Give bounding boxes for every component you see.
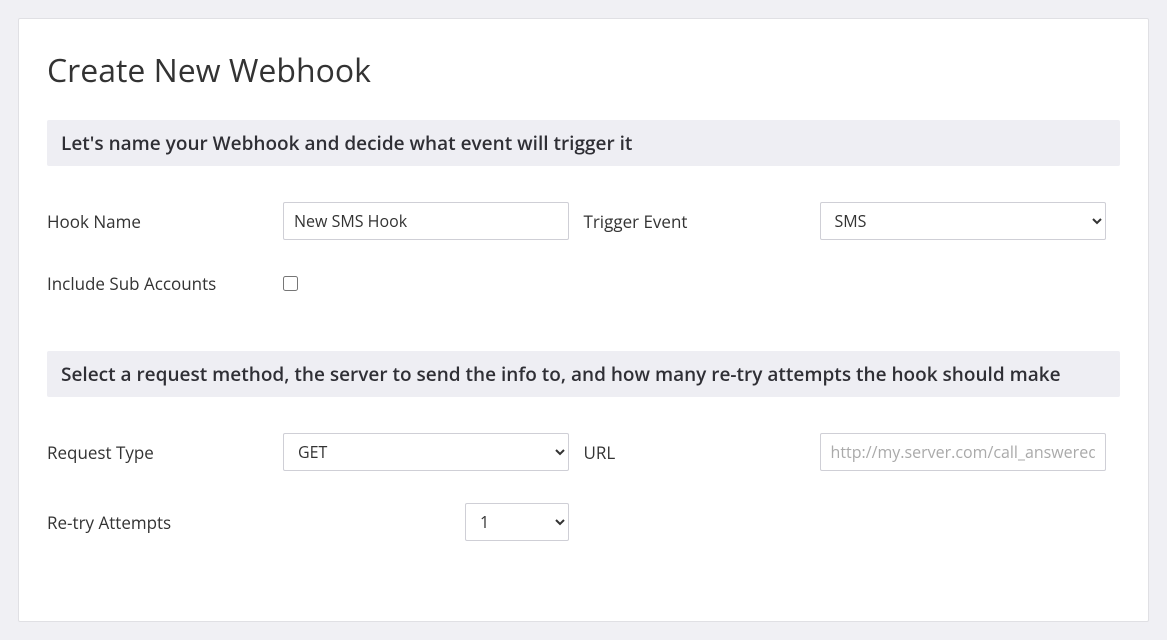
request-type-label: Request Type	[47, 441, 283, 464]
page-title: Create New Webhook	[47, 49, 1120, 92]
include-sub-checkbox[interactable]	[283, 276, 298, 291]
section-naming: Let's name your Webhook and decide what …	[47, 120, 1120, 295]
cell-retry: Re-try Attempts 1	[47, 503, 1120, 541]
trigger-event-label: Trigger Event	[584, 210, 820, 233]
row-name-trigger: Hook Name Trigger Event SMS	[47, 202, 1120, 240]
cell-url: URL	[584, 433, 1121, 471]
row-include-sub: Include Sub Accounts	[47, 272, 1120, 295]
cell-trigger-event: Trigger Event SMS	[584, 202, 1121, 240]
url-input[interactable]	[820, 433, 1106, 471]
hook-name-input[interactable]	[283, 202, 569, 240]
include-sub-label: Include Sub Accounts	[47, 272, 283, 295]
cell-hook-name: Hook Name	[47, 202, 584, 240]
panel-body: Create New Webhook Let's name your Webho…	[19, 19, 1148, 621]
cell-include-sub: Include Sub Accounts	[47, 272, 1120, 295]
retry-label: Re-try Attempts	[47, 511, 465, 534]
hook-name-label: Hook Name	[47, 210, 283, 233]
retry-select[interactable]: 1	[465, 503, 569, 541]
create-webhook-panel: Create New Webhook Let's name your Webho…	[18, 18, 1149, 622]
row-request-url: Request Type GET URL	[47, 433, 1120, 471]
trigger-event-select[interactable]: SMS	[820, 202, 1106, 240]
request-type-select[interactable]: GET	[283, 433, 569, 471]
cell-request-type: Request Type GET	[47, 433, 584, 471]
row-retry: Re-try Attempts 1	[47, 503, 1120, 541]
section-request: Select a request method, the server to s…	[47, 351, 1120, 541]
section-header-request: Select a request method, the server to s…	[47, 351, 1120, 397]
section-header-naming: Let's name your Webhook and decide what …	[47, 120, 1120, 166]
url-label: URL	[584, 441, 820, 464]
